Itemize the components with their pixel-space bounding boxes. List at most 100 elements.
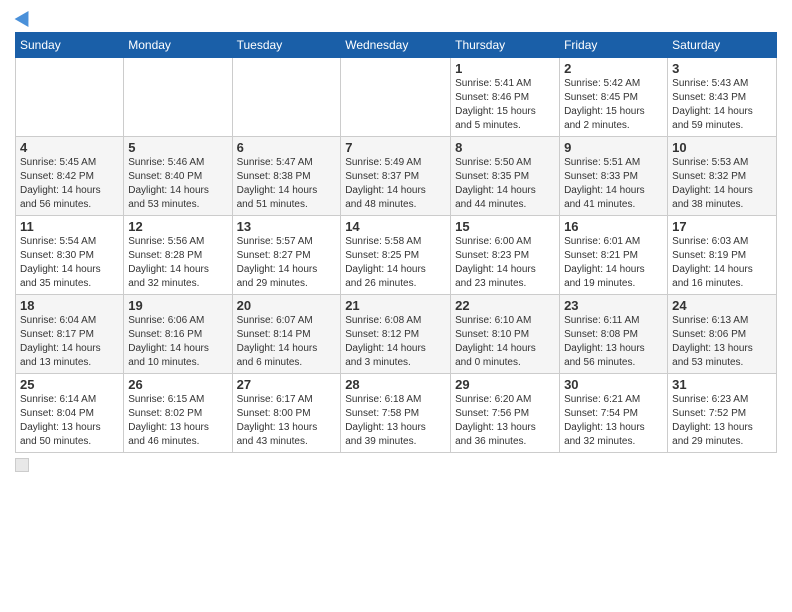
day-number: 27 [237, 377, 337, 392]
calendar-table: Sunday Monday Tuesday Wednesday Thursday… [15, 32, 777, 453]
day-info: Sunrise: 5:45 AM Sunset: 8:42 PM Dayligh… [20, 156, 119, 212]
logo [15, 10, 33, 24]
calendar-cell [124, 58, 232, 137]
col-monday: Monday [124, 33, 232, 58]
day-info: Sunrise: 6:15 AM Sunset: 8:02 PM Dayligh… [128, 393, 227, 449]
calendar-cell: 1Sunrise: 5:41 AM Sunset: 8:46 PM Daylig… [451, 58, 560, 137]
day-info: Sunrise: 6:06 AM Sunset: 8:16 PM Dayligh… [128, 314, 227, 370]
header [15, 10, 777, 24]
page: Sunday Monday Tuesday Wednesday Thursday… [0, 0, 792, 612]
day-info: Sunrise: 6:20 AM Sunset: 7:56 PM Dayligh… [455, 393, 555, 449]
calendar-week-row: 18Sunrise: 6:04 AM Sunset: 8:17 PM Dayli… [16, 295, 777, 374]
calendar-cell: 6Sunrise: 5:47 AM Sunset: 8:38 PM Daylig… [232, 137, 341, 216]
calendar-cell: 10Sunrise: 5:53 AM Sunset: 8:32 PM Dayli… [668, 137, 777, 216]
day-number: 23 [564, 298, 663, 313]
day-number: 10 [672, 140, 772, 155]
day-info: Sunrise: 6:23 AM Sunset: 7:52 PM Dayligh… [672, 393, 772, 449]
calendar-week-row: 1Sunrise: 5:41 AM Sunset: 8:46 PM Daylig… [16, 58, 777, 137]
day-number: 30 [564, 377, 663, 392]
calendar-cell [341, 58, 451, 137]
day-info: Sunrise: 5:42 AM Sunset: 8:45 PM Dayligh… [564, 77, 663, 133]
calendar-week-row: 11Sunrise: 5:54 AM Sunset: 8:30 PM Dayli… [16, 216, 777, 295]
day-info: Sunrise: 6:07 AM Sunset: 8:14 PM Dayligh… [237, 314, 337, 370]
col-thursday: Thursday [451, 33, 560, 58]
day-number: 21 [345, 298, 446, 313]
day-info: Sunrise: 6:01 AM Sunset: 8:21 PM Dayligh… [564, 235, 663, 291]
day-info: Sunrise: 6:08 AM Sunset: 8:12 PM Dayligh… [345, 314, 446, 370]
day-info: Sunrise: 6:18 AM Sunset: 7:58 PM Dayligh… [345, 393, 446, 449]
calendar-cell: 21Sunrise: 6:08 AM Sunset: 8:12 PM Dayli… [341, 295, 451, 374]
day-number: 20 [237, 298, 337, 313]
col-saturday: Saturday [668, 33, 777, 58]
day-number: 7 [345, 140, 446, 155]
day-info: Sunrise: 5:49 AM Sunset: 8:37 PM Dayligh… [345, 156, 446, 212]
day-number: 16 [564, 219, 663, 234]
calendar-cell: 15Sunrise: 6:00 AM Sunset: 8:23 PM Dayli… [451, 216, 560, 295]
calendar-cell: 31Sunrise: 6:23 AM Sunset: 7:52 PM Dayli… [668, 374, 777, 453]
calendar-cell: 17Sunrise: 6:03 AM Sunset: 8:19 PM Dayli… [668, 216, 777, 295]
day-info: Sunrise: 6:13 AM Sunset: 8:06 PM Dayligh… [672, 314, 772, 370]
day-info: Sunrise: 5:54 AM Sunset: 8:30 PM Dayligh… [20, 235, 119, 291]
day-number: 26 [128, 377, 227, 392]
calendar-cell: 29Sunrise: 6:20 AM Sunset: 7:56 PM Dayli… [451, 374, 560, 453]
day-number: 5 [128, 140, 227, 155]
day-number: 6 [237, 140, 337, 155]
calendar-cell: 3Sunrise: 5:43 AM Sunset: 8:43 PM Daylig… [668, 58, 777, 137]
day-info: Sunrise: 6:00 AM Sunset: 8:23 PM Dayligh… [455, 235, 555, 291]
calendar-cell: 22Sunrise: 6:10 AM Sunset: 8:10 PM Dayli… [451, 295, 560, 374]
day-number: 8 [455, 140, 555, 155]
day-info: Sunrise: 5:46 AM Sunset: 8:40 PM Dayligh… [128, 156, 227, 212]
col-tuesday: Tuesday [232, 33, 341, 58]
day-info: Sunrise: 6:14 AM Sunset: 8:04 PM Dayligh… [20, 393, 119, 449]
calendar-cell: 25Sunrise: 6:14 AM Sunset: 8:04 PM Dayli… [16, 374, 124, 453]
day-info: Sunrise: 5:41 AM Sunset: 8:46 PM Dayligh… [455, 77, 555, 133]
day-info: Sunrise: 5:43 AM Sunset: 8:43 PM Dayligh… [672, 77, 772, 133]
day-number: 4 [20, 140, 119, 155]
day-number: 25 [20, 377, 119, 392]
calendar-cell: 9Sunrise: 5:51 AM Sunset: 8:33 PM Daylig… [560, 137, 668, 216]
calendar-cell: 11Sunrise: 5:54 AM Sunset: 8:30 PM Dayli… [16, 216, 124, 295]
calendar-cell: 19Sunrise: 6:06 AM Sunset: 8:16 PM Dayli… [124, 295, 232, 374]
day-number: 1 [455, 61, 555, 76]
calendar-cell: 14Sunrise: 5:58 AM Sunset: 8:25 PM Dayli… [341, 216, 451, 295]
daylight-legend-box [15, 458, 29, 472]
calendar-cell [16, 58, 124, 137]
day-number: 24 [672, 298, 772, 313]
day-number: 11 [20, 219, 119, 234]
day-number: 2 [564, 61, 663, 76]
day-number: 17 [672, 219, 772, 234]
calendar-cell: 24Sunrise: 6:13 AM Sunset: 8:06 PM Dayli… [668, 295, 777, 374]
day-info: Sunrise: 5:50 AM Sunset: 8:35 PM Dayligh… [455, 156, 555, 212]
calendar-week-row: 4Sunrise: 5:45 AM Sunset: 8:42 PM Daylig… [16, 137, 777, 216]
calendar-cell: 23Sunrise: 6:11 AM Sunset: 8:08 PM Dayli… [560, 295, 668, 374]
calendar-cell: 12Sunrise: 5:56 AM Sunset: 8:28 PM Dayli… [124, 216, 232, 295]
calendar-cell: 4Sunrise: 5:45 AM Sunset: 8:42 PM Daylig… [16, 137, 124, 216]
day-number: 14 [345, 219, 446, 234]
calendar-cell: 16Sunrise: 6:01 AM Sunset: 8:21 PM Dayli… [560, 216, 668, 295]
day-number: 9 [564, 140, 663, 155]
day-info: Sunrise: 6:10 AM Sunset: 8:10 PM Dayligh… [455, 314, 555, 370]
calendar-header-row: Sunday Monday Tuesday Wednesday Thursday… [16, 33, 777, 58]
calendar-cell: 20Sunrise: 6:07 AM Sunset: 8:14 PM Dayli… [232, 295, 341, 374]
day-info: Sunrise: 6:04 AM Sunset: 8:17 PM Dayligh… [20, 314, 119, 370]
calendar-cell: 8Sunrise: 5:50 AM Sunset: 8:35 PM Daylig… [451, 137, 560, 216]
day-number: 12 [128, 219, 227, 234]
day-info: Sunrise: 5:57 AM Sunset: 8:27 PM Dayligh… [237, 235, 337, 291]
calendar-cell [232, 58, 341, 137]
day-number: 13 [237, 219, 337, 234]
day-number: 22 [455, 298, 555, 313]
day-number: 15 [455, 219, 555, 234]
day-info: Sunrise: 5:58 AM Sunset: 8:25 PM Dayligh… [345, 235, 446, 291]
day-number: 3 [672, 61, 772, 76]
calendar-cell: 7Sunrise: 5:49 AM Sunset: 8:37 PM Daylig… [341, 137, 451, 216]
day-info: Sunrise: 6:11 AM Sunset: 8:08 PM Dayligh… [564, 314, 663, 370]
day-info: Sunrise: 5:53 AM Sunset: 8:32 PM Dayligh… [672, 156, 772, 212]
day-info: Sunrise: 6:17 AM Sunset: 8:00 PM Dayligh… [237, 393, 337, 449]
day-number: 18 [20, 298, 119, 313]
calendar-cell: 30Sunrise: 6:21 AM Sunset: 7:54 PM Dayli… [560, 374, 668, 453]
calendar-week-row: 25Sunrise: 6:14 AM Sunset: 8:04 PM Dayli… [16, 374, 777, 453]
calendar-cell: 26Sunrise: 6:15 AM Sunset: 8:02 PM Dayli… [124, 374, 232, 453]
col-sunday: Sunday [16, 33, 124, 58]
day-number: 19 [128, 298, 227, 313]
day-number: 28 [345, 377, 446, 392]
